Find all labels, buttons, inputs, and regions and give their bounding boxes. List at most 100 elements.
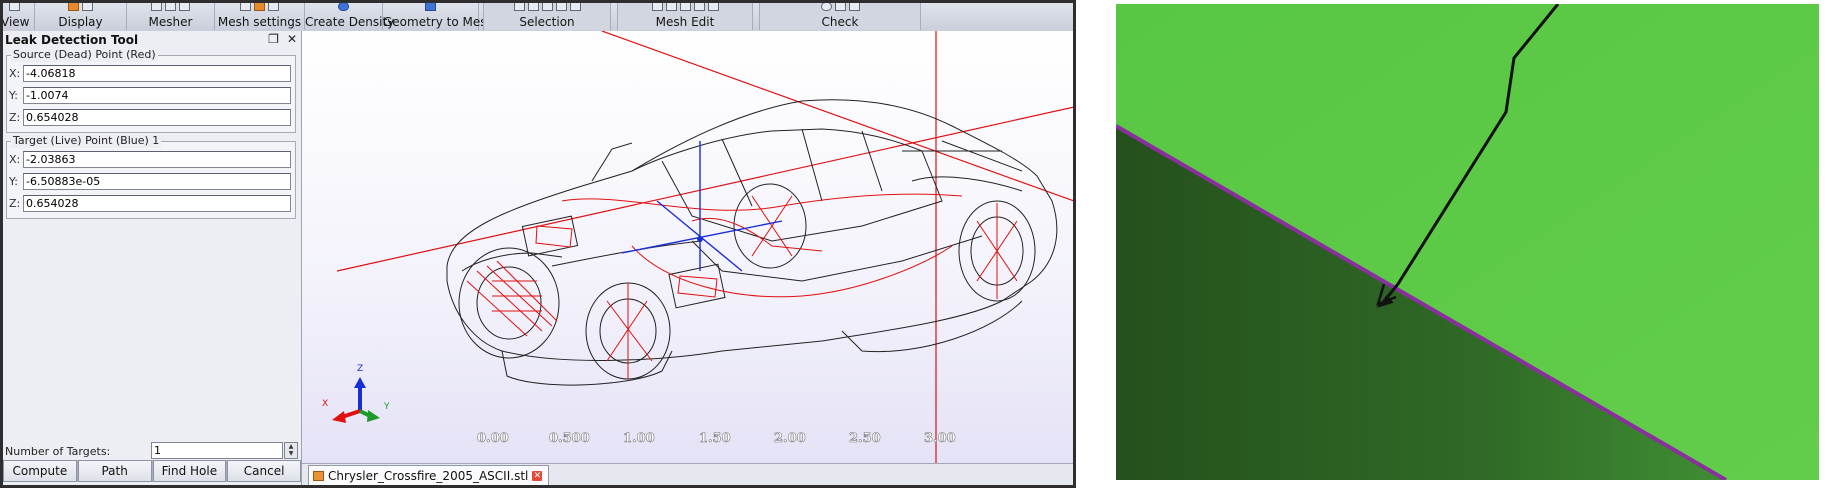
document-tab-label: Chrysler_Crossfire_2005_ASCII.stl — [328, 469, 529, 483]
ribbon-group-mesh-settings[interactable]: Mesh settings — [215, 3, 305, 30]
spin-down-icon[interactable]: ▼ — [285, 450, 297, 457]
edit-split-icon — [665, 3, 677, 11]
leak-detection-panel: Leak Detection Tool ❐ ✕ Source (Dead) Po… — [3, 31, 302, 485]
ribbon-label-check: Check — [821, 15, 859, 29]
select-face-icon — [541, 3, 553, 11]
select-node-icon — [555, 3, 567, 11]
panel-button-bar: Compute Path Find Hole Cancel — [3, 460, 301, 482]
ribbon-group-mesher[interactable]: Mesher — [127, 3, 215, 30]
spin-up-icon[interactable]: ▲ — [285, 443, 297, 450]
mesh-icon — [151, 3, 162, 11]
path-button[interactable]: Path — [77, 460, 152, 482]
mesh-tri-icon — [165, 3, 176, 11]
source-point-legend: Source (Dead) Point (Red) — [11, 48, 158, 62]
zoom-canvas — [1116, 4, 1819, 480]
car-red-details — [466, 193, 1018, 379]
display-icon — [68, 3, 79, 11]
settings-grid-icon — [268, 3, 279, 11]
source-z-label: Z: — [9, 111, 21, 124]
ribbon-label-selection: Selection — [519, 15, 575, 29]
tab-close-icon[interactable]: ✕ — [532, 471, 543, 481]
scale-tick-5: 2.50 — [849, 431, 881, 446]
triad-z-label: Z — [357, 364, 363, 374]
cancel-button[interactable]: Cancel — [227, 460, 301, 482]
select-box-icon — [513, 3, 525, 11]
grid-icon — [82, 3, 93, 11]
target-point-marker[interactable] — [697, 236, 703, 242]
geometry-icon — [425, 3, 436, 11]
number-of-targets-spinner[interactable]: ▲ ▼ — [284, 442, 298, 459]
document-tab-bar: Chrysler_Crossfire_2005_ASCII.stl ✕ — [302, 463, 1073, 485]
view-icon — [9, 3, 20, 11]
select-lasso-icon — [527, 3, 539, 11]
compute-button[interactable]: Compute — [3, 460, 77, 482]
ribbon-label-mesher: Mesher — [148, 15, 193, 29]
number-of-targets-label: Number of Targets: — [5, 445, 111, 458]
orientation-triad: Z X Y — [322, 364, 390, 423]
target-point-group: Target (Live) Point (Blue) 1 X: Y: Z: — [6, 134, 296, 219]
select-edge-icon — [569, 3, 581, 11]
scale-tick-2: 1.00 — [623, 431, 655, 446]
ribbon-label-mesh-settings: Mesh settings — [217, 15, 302, 29]
target-x-input[interactable] — [23, 151, 291, 168]
triad-x-label: X — [322, 399, 328, 409]
check-list-icon — [834, 3, 846, 11]
settings-icon — [240, 3, 251, 11]
mesher-window: View Display Mesher Mesh settings Create… — [0, 0, 1076, 488]
source-y-label: Y: — [9, 89, 18, 102]
document-tab[interactable]: Chrysler_Crossfire_2005_ASCII.stl ✕ — [308, 465, 550, 485]
check-icon — [820, 3, 832, 11]
red-axis-lines — [336, 31, 1073, 463]
source-x-input[interactable] — [23, 65, 291, 82]
ribbon-label-create-density: Create Density — [305, 15, 395, 29]
mesh-quad-icon — [179, 3, 190, 11]
scale-tick-0: 0.00 — [477, 431, 509, 446]
target-point-legend: Target (Live) Point (Blue) 1 — [11, 134, 162, 148]
ribbon-group-create-density[interactable]: Create Density — [305, 3, 395, 30]
find-hole-button[interactable]: Find Hole — [152, 460, 227, 482]
number-of-targets-input[interactable] — [151, 442, 283, 459]
ribbon-group-display[interactable]: Display — [35, 3, 127, 30]
car-wireframe — [446, 99, 1058, 386]
target-y-input[interactable] — [23, 173, 291, 190]
edit-move-icon — [651, 3, 663, 11]
ribbon-label-view: View — [3, 15, 30, 29]
source-point-group: Source (Dead) Point (Red) X: Y: Z: — [6, 48, 296, 133]
scale-ruler: 0.00 0.500 1.00 1.50 2.00 2.50 3.00 — [477, 431, 956, 447]
number-of-targets-row: Number of Targets: ▲ ▼ — [3, 441, 301, 459]
panel-title: Leak Detection Tool — [5, 33, 139, 47]
ribbon-group-view[interactable]: View — [3, 3, 35, 30]
target-z-label: Z: — [9, 197, 21, 210]
scale-tick-4: 2.00 — [774, 431, 806, 446]
scale-tick-3: 1.50 — [699, 431, 731, 446]
scale-tick-1: 0.500 — [549, 431, 590, 446]
triad-y-label: Y — [383, 402, 390, 412]
source-y-input[interactable] — [23, 87, 291, 104]
edit-merge-icon — [679, 3, 691, 11]
restore-icon[interactable]: ❐ — [268, 32, 279, 46]
check-report-icon — [848, 3, 860, 11]
viewport-canvas: 0.00 0.500 1.00 1.50 2.00 2.50 3.00 Z X … — [322, 31, 1073, 463]
ribbon-label-display: Display — [58, 15, 103, 29]
ribbon-toolbar: View Display Mesher Mesh settings Create… — [3, 3, 1073, 32]
density-icon — [338, 3, 349, 11]
ribbon-group-selection[interactable]: Selection — [483, 3, 611, 30]
zoomed-leak-view — [1116, 4, 1819, 480]
ribbon-group-geometry-to-mesh[interactable]: Geometry to Mesh — [383, 3, 495, 30]
ribbon-label-geometry-to-mesh: Geometry to Mesh — [383, 15, 495, 29]
target-z-input[interactable] — [23, 195, 291, 212]
3d-viewport[interactable]: 0.00 0.500 1.00 1.50 2.00 2.50 3.00 Z X … — [302, 31, 1073, 463]
ribbon-group-mesh-edit[interactable]: Mesh Edit — [617, 3, 753, 30]
edit-flip-icon — [707, 3, 719, 11]
settings-alt-icon — [254, 3, 265, 11]
source-z-input[interactable] — [23, 109, 291, 126]
close-icon[interactable]: ✕ — [287, 32, 297, 46]
scale-tick-6: 3.00 — [924, 431, 956, 446]
target-x-label: X: — [9, 153, 21, 166]
ribbon-group-check[interactable]: Check — [759, 3, 921, 30]
target-y-label: Y: — [9, 175, 18, 188]
stl-file-icon — [313, 471, 324, 481]
source-x-label: X: — [9, 67, 21, 80]
ribbon-label-mesh-edit: Mesh Edit — [655, 15, 715, 29]
edit-delete-icon — [693, 3, 705, 11]
